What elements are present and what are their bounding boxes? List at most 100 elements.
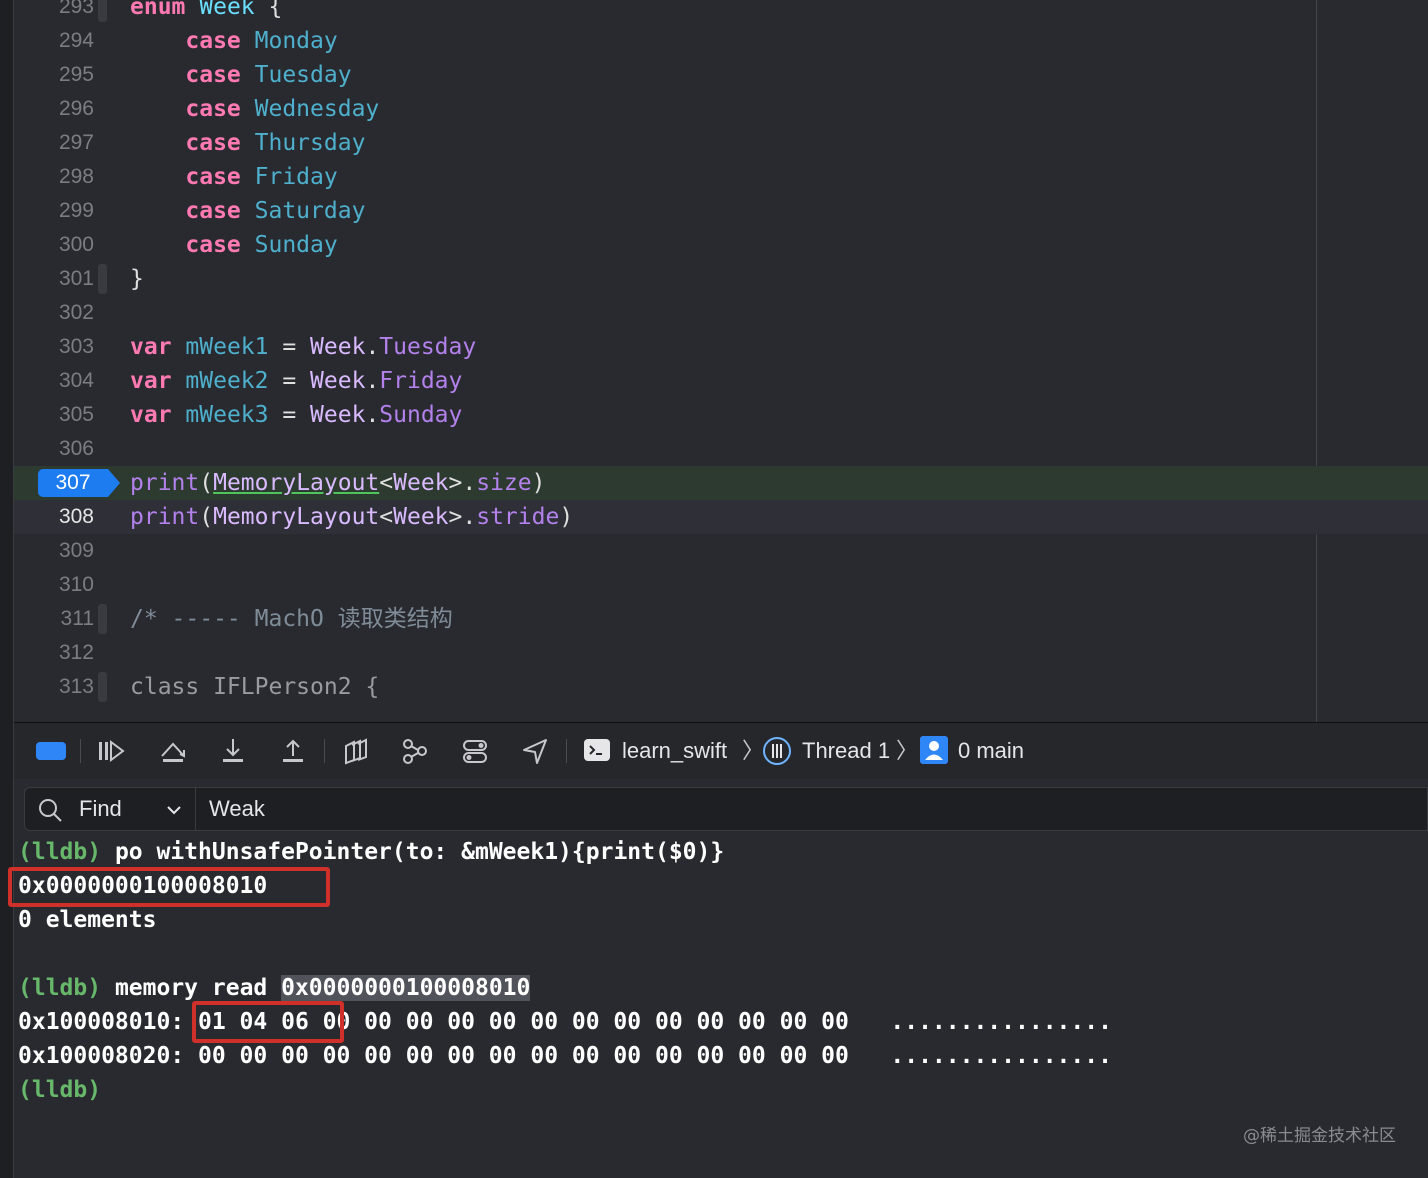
- code-line[interactable]: 298 case Friday: [14, 160, 1428, 194]
- enum-bytes-highlight-box: [192, 1001, 344, 1043]
- code-token: =: [268, 334, 311, 360]
- find-mode-label[interactable]: Find: [79, 788, 122, 830]
- code-line[interactable]: 304 var mWeek2 = Week.Friday: [14, 364, 1428, 398]
- code-line[interactable]: 300 case Sunday: [14, 228, 1428, 262]
- code-token: Wednesday: [254, 96, 380, 122]
- left-window-edge: [0, 0, 14, 1178]
- simulate-location-icon[interactable]: [520, 736, 550, 766]
- find-query-input[interactable]: Weak: [209, 788, 265, 830]
- code-line[interactable]: 295 case Tuesday: [14, 58, 1428, 92]
- environment-overrides-icon[interactable]: [460, 736, 490, 766]
- code-token: (: [199, 470, 214, 496]
- code-token: Thursday: [254, 130, 366, 156]
- code-token: size: [476, 470, 532, 496]
- code-fold-ribbon[interactable]: [98, 0, 107, 22]
- code-text: }: [130, 262, 144, 296]
- breadcrumb-thread[interactable]: Thread 1: [802, 733, 890, 769]
- code-token: Week: [310, 368, 366, 394]
- code-line[interactable]: 297 case Thursday: [14, 126, 1428, 160]
- code-text: var mWeek2 = Week.Friday: [130, 364, 462, 398]
- breakpoints-toggle-button[interactable]: [36, 742, 66, 760]
- code-line[interactable]: 309: [14, 534, 1428, 568]
- code-token: Monday: [254, 28, 338, 54]
- code-token: Week: [310, 402, 366, 428]
- code-line[interactable]: 296 case Wednesday: [14, 92, 1428, 126]
- line-number: 297: [58, 131, 94, 154]
- code-line[interactable]: 310: [14, 568, 1428, 602]
- find-bar: Find Weak: [24, 787, 1428, 831]
- code-token: (: [199, 504, 214, 530]
- code-token: Sunday: [254, 232, 338, 258]
- code-fold-ribbon[interactable]: [98, 264, 107, 294]
- code-line[interactable]: 293 enum Week {: [14, 0, 1428, 24]
- code-line[interactable]: 307 print(MemoryLayout<Week>.size): [14, 466, 1428, 500]
- console-line-8: (lldb): [18, 1073, 101, 1107]
- code-line[interactable]: 306: [14, 432, 1428, 466]
- line-number: 305: [58, 403, 94, 426]
- line-number: 298: [58, 165, 94, 188]
- terminal-icon: [584, 739, 610, 761]
- code-text: case Tuesday: [130, 58, 352, 92]
- code-line[interactable]: 311 /* ----- MachO 读取类结构: [14, 602, 1428, 636]
- chevron-down-icon[interactable]: [165, 801, 183, 819]
- view-hierarchy-icon[interactable]: [340, 736, 370, 766]
- code-token: case: [185, 198, 241, 224]
- code-fold-ribbon[interactable]: [98, 604, 107, 634]
- code-line[interactable]: 294 case Monday: [14, 24, 1428, 58]
- chevron-right-icon: 〉: [742, 738, 765, 763]
- continue-icon[interactable]: [96, 736, 126, 766]
- code-token: ): [559, 504, 574, 530]
- code-line[interactable]: 301}: [14, 262, 1428, 296]
- debug-console[interactable]: Find Weak (lldb) po withUnsafePointer(to…: [8, 779, 1428, 1178]
- line-number: 306: [58, 437, 94, 460]
- step-into-icon[interactable]: [218, 736, 248, 766]
- breadcrumb-process[interactable]: learn_swift: [622, 733, 727, 769]
- code-fold-ribbon[interactable]: [98, 672, 107, 702]
- memory-graph-icon[interactable]: [400, 736, 430, 766]
- code-token: mWeek1: [185, 334, 269, 360]
- code-text: print(MemoryLayout<Week>.size): [130, 466, 545, 500]
- code-text: print(MemoryLayout<Week>.stride): [130, 500, 573, 534]
- code-token: MemoryLayout: [213, 504, 380, 530]
- toolbar-separator: [566, 739, 567, 763]
- step-over-icon[interactable]: [158, 736, 188, 766]
- code-token: class IFLPerson2 {: [130, 674, 380, 700]
- step-out-icon[interactable]: [278, 736, 308, 766]
- code-token: mWeek3: [185, 402, 269, 428]
- source-editor[interactable]: 293 enum Week {294 case Monday 295 case Tu…: [14, 0, 1428, 722]
- line-number: 312: [58, 641, 94, 664]
- code-line[interactable]: 313 class IFLPerson2 {: [14, 670, 1428, 704]
- code-token: MemoryLayout: [213, 470, 380, 496]
- lldb-prompt: (lldb): [18, 975, 102, 1001]
- code-line[interactable]: 302: [14, 296, 1428, 330]
- code-line[interactable]: 303 var mWeek1 = Week.Tuesday: [14, 330, 1428, 364]
- console-line-1: (lldb) po withUnsafePointer(to: &mWeek1)…: [18, 835, 724, 869]
- code-token: ): [531, 470, 546, 496]
- breakpoint-marker[interactable]: 307: [38, 469, 120, 497]
- code-line[interactable]: 308 print(MemoryLayout<Week>.stride): [14, 500, 1428, 534]
- line-number: 301: [58, 267, 94, 290]
- code-token: stride: [476, 504, 560, 530]
- code-token: mWeek2: [185, 368, 269, 394]
- code-line[interactable]: 299 case Saturday: [14, 194, 1428, 228]
- code-token: =: [268, 402, 311, 428]
- code-line[interactable]: 312: [14, 636, 1428, 670]
- code-text: case Friday: [130, 160, 337, 194]
- line-number: 295: [58, 63, 94, 86]
- line-number: 296: [58, 97, 94, 120]
- code-token: {: [254, 0, 283, 20]
- code-line[interactable]: 305 var mWeek3 = Week.Sunday: [14, 398, 1428, 432]
- code-token: case: [185, 62, 241, 88]
- code-token: Tuesday: [254, 62, 352, 88]
- memory-bytes: 00 00 00 00 00 00 00 00 00 00 00 00 00 .…: [308, 1009, 1112, 1035]
- breadcrumb-frame[interactable]: 0 main: [958, 733, 1024, 769]
